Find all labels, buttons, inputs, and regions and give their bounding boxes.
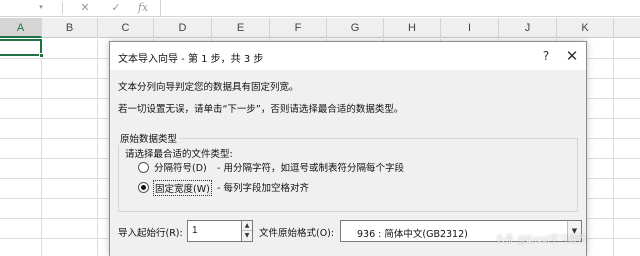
- dialog-titlebar[interactable]: 文本导入向导 - 第 1 步，共 3 步 ? ✕: [110, 42, 586, 70]
- spin-up-icon[interactable]: ▲: [242, 221, 252, 231]
- intro-text: 文本分列向导判定您的数据具有固定列宽。: [118, 82, 299, 93]
- column-header-g[interactable]: G: [327, 18, 384, 38]
- start-row-input[interactable]: 1: [187, 220, 242, 242]
- name-box-dropdown-icon[interactable]: ▾: [37, 2, 45, 12]
- radio-label-fixed-width[interactable]: 固定宽度(W): [153, 180, 212, 196]
- formula-bar: ▾ ✕ ✓ fx: [0, 0, 640, 17]
- column-header-e[interactable]: E: [212, 18, 270, 38]
- spin-down-icon[interactable]: ▼: [242, 231, 252, 241]
- column-headers: A B C D E F G H I J K: [0, 18, 640, 38]
- dialog-title: 文本导入向导 - 第 1 步，共 3 步: [118, 54, 264, 65]
- file-origin-value: 936 : 简体中文(GB2312): [357, 229, 468, 240]
- help-button[interactable]: ?: [534, 46, 558, 66]
- radio-label-delimited[interactable]: 分隔符号(D): [153, 160, 208, 174]
- description-fixed-width: - 每列字段加空格对齐: [217, 183, 309, 194]
- radio-delimited[interactable]: [138, 162, 149, 173]
- column-header-f[interactable]: F: [270, 18, 327, 38]
- active-cell[interactable]: [0, 39, 42, 56]
- insert-function-button[interactable]: fx: [136, 1, 150, 15]
- column-header-a[interactable]: A: [0, 18, 42, 38]
- close-icon[interactable]: ✕: [78, 1, 92, 15]
- file-origin-label: 文件原始格式(O):: [259, 228, 335, 239]
- close-button[interactable]: ✕: [560, 46, 584, 66]
- text-import-wizard-dialog: 文本导入向导 - 第 1 步，共 3 步 ? ✕ 文本分列向导判定您的数据具有固…: [109, 41, 587, 256]
- formula-bar-separator: [62, 2, 63, 14]
- radio-fixed-width[interactable]: [138, 182, 149, 193]
- start-row-label: 导入起始行(R):: [118, 228, 183, 239]
- description-delimited: - 用分隔字符，如逗号或制表符分隔每个字段: [217, 163, 404, 174]
- start-row-stepper: ▲ ▼: [241, 220, 253, 242]
- column-header-k[interactable]: K: [557, 18, 614, 38]
- column-header-j[interactable]: J: [499, 18, 557, 38]
- check-icon[interactable]: ✓: [109, 1, 123, 15]
- column-header-d[interactable]: D: [154, 18, 212, 38]
- group-prompt: 请选择最合适的文件类型:: [125, 149, 233, 160]
- column-header-b[interactable]: B: [42, 18, 98, 38]
- column-header-i[interactable]: I: [441, 18, 499, 38]
- fill-handle[interactable]: [39, 53, 44, 58]
- group-title: 原始数据类型: [118, 131, 180, 145]
- column-header-h[interactable]: H: [384, 18, 441, 38]
- column-header-c[interactable]: C: [98, 18, 154, 38]
- instruction-text: 若一切设置无误，请单击“下一步”，否则请选择最合适的数据类型。: [118, 104, 404, 115]
- watermark: 头条 @Excel学习世界: [496, 235, 586, 245]
- formula-input[interactable]: [160, 0, 640, 16]
